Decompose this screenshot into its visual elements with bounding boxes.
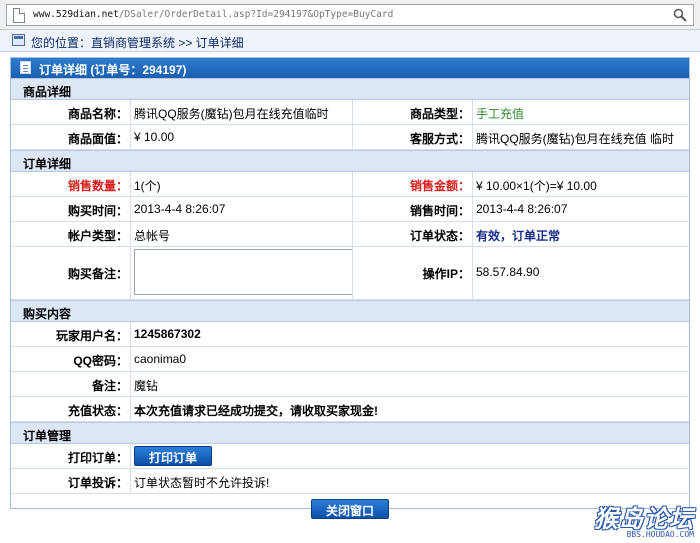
table-row: QQ密码： caonima0 xyxy=(11,347,689,372)
order-status-label: 订单状态： xyxy=(353,222,473,246)
goods-name-value: 腾讯QQ服务(魔钻)包月在线充值临时 xyxy=(131,100,353,124)
goods-type-value: 手工充值 xyxy=(476,107,525,121)
footer-actions: 关闭窗口 xyxy=(11,494,689,528)
sale-qty-value: 1(个) xyxy=(131,172,353,196)
close-window-button[interactable]: 关闭窗口 xyxy=(310,499,389,519)
document-icon xyxy=(20,61,31,74)
table-row: 打印订单： 打印订单 xyxy=(11,444,689,469)
recharge-status-value: 本次充值请求已经成功提交，请收取买家现金! xyxy=(134,404,378,418)
section-purchase-header: 购买内容 xyxy=(11,300,689,322)
complaint-value: 订单状态暂时不允许投诉! xyxy=(134,476,270,490)
recharge-status-label: 充值状态： xyxy=(11,397,131,421)
table-row: 商品面值： ¥ 10.00 客服方式： 腾讯QQ服务(魔钻)包月在线充值 临时 xyxy=(11,125,689,150)
buy-time-value: 2013-4-4 8:26:07 xyxy=(131,197,353,221)
face-value-value: ¥ 10.00 xyxy=(131,125,353,149)
player-value: 1245867302 xyxy=(134,327,201,341)
page-title: 订单详细 (订单号：294197) xyxy=(39,63,187,77)
panel-title-bar: 订单详细 (订单号：294197) xyxy=(11,58,689,78)
watermark-logo-text: 猴岛论坛 xyxy=(594,504,694,533)
note-label: 备注： xyxy=(11,372,131,396)
buy-time-label: 购买时间： xyxy=(11,197,131,221)
forum-watermark: 猴岛论坛 BBS.HOUDAO.COM xyxy=(594,499,694,539)
search-icon[interactable] xyxy=(673,8,687,22)
account-type-value: 总帐号 xyxy=(131,222,353,246)
face-value-label: 商品面值： xyxy=(11,125,131,149)
table-row: 购买备注： 操作IP： 58.57.84.90 xyxy=(11,247,689,300)
goods-type-label: 商品类型： xyxy=(353,100,473,124)
complaint-label: 订单投诉： xyxy=(11,469,131,493)
sale-amount-label: 销售金额： xyxy=(353,172,473,196)
player-label: 玩家用户名： xyxy=(11,322,131,346)
table-row: 购买时间： 2013-4-4 8:26:07 销售时间： 2013-4-4 8:… xyxy=(11,197,689,222)
table-row: 销售数量： 1(个) 销售金额： ¥ 10.00×1(个)=¥ 10.00 xyxy=(11,172,689,197)
qq-password-value: caonima0 xyxy=(134,352,187,366)
service-label: 客服方式： xyxy=(353,125,473,149)
sale-amount-value: ¥ 10.00×1(个)=¥ 10.00 xyxy=(476,179,597,193)
remark-cell xyxy=(131,247,353,299)
table-row: 备注： 魔钻 xyxy=(11,372,689,397)
monitor-icon xyxy=(12,34,25,46)
page-icon xyxy=(13,8,25,23)
breadcrumb: 您的位置：直销商管理系统 >> 订单详细 xyxy=(31,36,244,50)
section-order-header: 订单详细 xyxy=(11,150,689,172)
sale-qty-label: 销售数量： xyxy=(11,172,131,196)
table-row: 充值状态： 本次充值请求已经成功提交，请收取买家现金! xyxy=(11,397,689,422)
url-host: www.529dian.net xyxy=(33,9,119,20)
section-goods-header: 商品详细 xyxy=(11,78,689,100)
remark-label: 购买备注： xyxy=(11,247,131,299)
section-manage-header: 订单管理 xyxy=(11,422,689,444)
table-row: 商品名称： 腾讯QQ服务(魔钻)包月在线充值临时 商品类型： 手工充值 xyxy=(11,100,689,125)
breadcrumb-bar: 您的位置：直销商管理系统 >> 订单详细 xyxy=(0,30,700,52)
sale-time-value: 2013-4-4 8:26:07 xyxy=(476,202,568,216)
order-status-value: 有效，订单正常 xyxy=(476,229,561,243)
account-type-label: 帐户类型： xyxy=(11,222,131,246)
url-field[interactable]: www.529dian.net/DSaler/OrderDetail.asp?I… xyxy=(6,4,694,26)
table-row: 帐户类型： 总帐号 订单状态： 有效，订单正常 xyxy=(11,222,689,247)
order-detail-panel: 订单详细 (订单号：294197) 商品详细 商品名称： 腾讯QQ服务(魔钻)包… xyxy=(10,57,690,519)
ip-value: 58.57.84.90 xyxy=(476,265,540,279)
goods-name-label: 商品名称： xyxy=(11,100,131,124)
url-path: /DSaler/OrderDetail.asp?Id=294197&OpType… xyxy=(118,9,394,20)
browser-address-bar: www.529dian.net/DSaler/OrderDetail.asp?I… xyxy=(0,0,700,30)
note-value: 魔钻 xyxy=(134,379,159,393)
print-order-label: 打印订单： xyxy=(11,444,131,468)
table-row: 玩家用户名： 1245867302 xyxy=(11,322,689,347)
print-order-button[interactable]: 打印订单 xyxy=(134,446,213,466)
qq-password-label: QQ密码： xyxy=(11,347,131,371)
remark-textarea[interactable] xyxy=(134,249,352,295)
sale-time-label: 销售时间： xyxy=(353,197,473,221)
url-text[interactable]: www.529dian.net/DSaler/OrderDetail.asp?I… xyxy=(33,9,393,20)
service-value: 腾讯QQ服务(魔钻)包月在线充值 临时 xyxy=(476,132,674,146)
table-row: 订单投诉： 订单状态暂时不允许投诉! xyxy=(11,469,689,494)
print-order-cell: 打印订单 xyxy=(131,444,687,468)
ip-label: 操作IP： xyxy=(353,247,473,299)
